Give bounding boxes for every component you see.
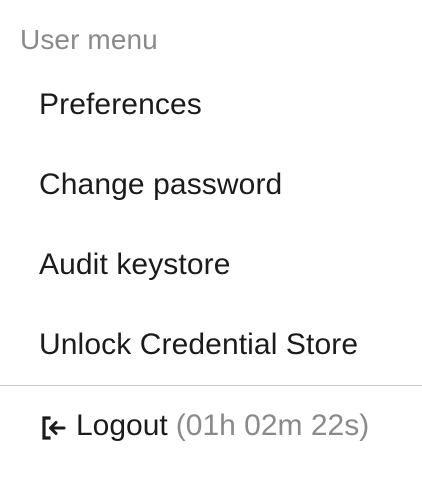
preferences-menu-item[interactable]: Preferences (0, 65, 422, 145)
user-menu: User menu Preferences Change password Au… (0, 0, 422, 477)
logout-label: Logout (76, 409, 168, 442)
unlock-credential-store-menu-item[interactable]: Unlock Credential Store (0, 305, 422, 385)
user-menu-header: User menu (20, 24, 158, 55)
audit-keystore-menu-item[interactable]: Audit keystore (0, 225, 422, 305)
change-password-menu-item[interactable]: Change password (0, 145, 422, 225)
logout-icon (38, 413, 68, 443)
session-timer: (01h 02m 22s) (175, 409, 370, 442)
logout-menu-item[interactable]: Logout (01h 02m 22s) (0, 386, 422, 466)
